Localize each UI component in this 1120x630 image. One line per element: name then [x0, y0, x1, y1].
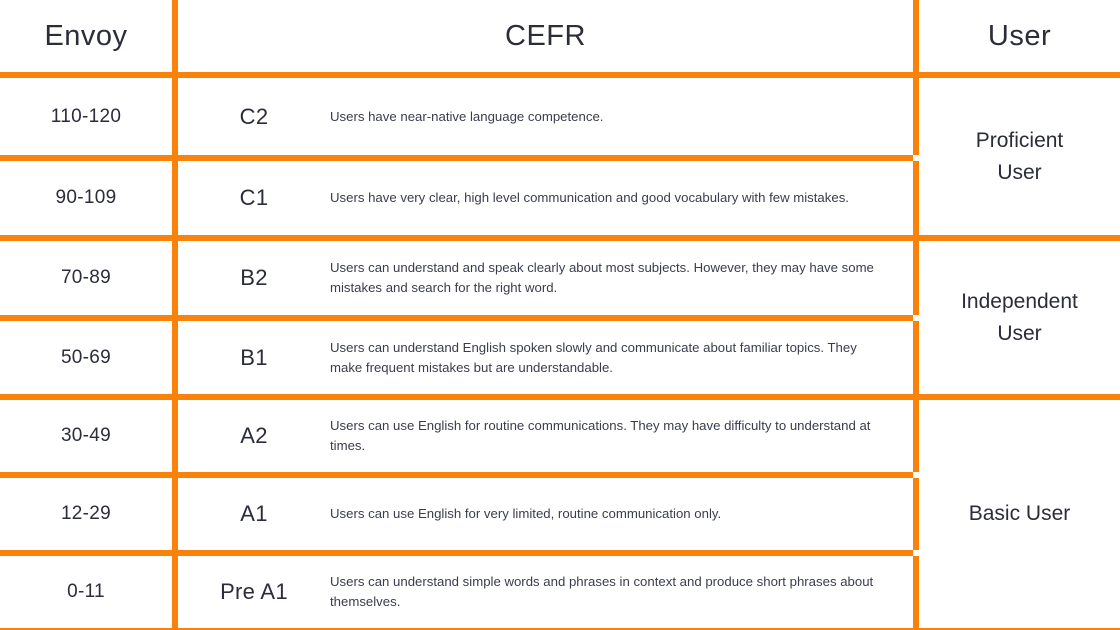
- column-header-user: User: [919, 0, 1120, 72]
- cefr-level-a2: A2: [240, 423, 268, 448]
- cefr-level-a1: A1: [240, 501, 268, 526]
- user-group-independent: Independent User: [919, 241, 1120, 394]
- table-grid: Envoy CEFR User 110-120 C2 Users have ne…: [0, 0, 1120, 630]
- cefr-cell-a2: A2 Users can use English for routine com…: [178, 400, 913, 472]
- cefr-cell-c2: C2 Users have near-native language compe…: [178, 78, 913, 155]
- user-group-basic: Basic User: [919, 400, 1120, 628]
- column-header-cefr: CEFR: [178, 0, 913, 72]
- cefr-level-b1: B1: [240, 344, 268, 370]
- cefr-description-a2: Users can use English for routine commun…: [330, 418, 871, 453]
- cefr-cell-b1: B1 Users can understand English spoken s…: [178, 321, 913, 394]
- cefr-level-b2: B2: [240, 265, 268, 290]
- column-divider: [913, 321, 919, 394]
- envoy-score-a1: 12-29: [0, 478, 172, 550]
- column-divider: [913, 478, 919, 550]
- cefr-cell-b2: B2 Users can understand and speak clearl…: [178, 241, 913, 315]
- cefr-level-table: Envoy CEFR User 110-120 C2 Users have ne…: [0, 0, 1120, 630]
- user-group-proficient-line2: User: [997, 160, 1042, 184]
- cefr-description-b1: Users can understand English spoken slow…: [330, 339, 857, 375]
- cefr-level-c1: C1: [239, 185, 269, 210]
- cefr-description-b2: Users can understand and speak clearly a…: [330, 260, 874, 295]
- envoy-score-pre-a1: 0-11: [0, 556, 172, 628]
- cefr-description-pre-a1: Users can understand simple words and ph…: [330, 574, 874, 609]
- cefr-description-c2: Users have near-native language competen…: [330, 108, 604, 124]
- cefr-description-a1: Users can use English for very limited, …: [330, 506, 722, 522]
- cefr-cell-pre-a1: Pre A1 Users can understand simple words…: [178, 556, 913, 628]
- user-group-independent-line2: User: [997, 321, 1042, 345]
- cefr-cell-a1: A1 Users can use English for very limite…: [178, 478, 913, 550]
- envoy-score-a2: 30-49: [0, 400, 172, 472]
- cefr-level-c2: C2: [239, 103, 269, 129]
- envoy-score-c1: 90-109: [0, 161, 172, 235]
- user-group-independent-line1: Independent: [961, 290, 1078, 313]
- column-divider: [913, 161, 919, 235]
- cefr-cell-c1: C1 Users have very clear, high level com…: [178, 161, 913, 235]
- column-divider: [913, 556, 919, 628]
- cefr-level-pre-a1: Pre A1: [220, 579, 288, 604]
- user-group-basic-line1: Basic User: [968, 502, 1071, 526]
- user-group-proficient: Proficient User: [919, 78, 1120, 235]
- user-group-proficient-line1: Proficient: [975, 129, 1064, 152]
- cefr-description-c1: Users have very clear, high level commun…: [330, 190, 849, 206]
- envoy-score-c2: 110-120: [0, 78, 172, 155]
- envoy-score-b1: 50-69: [0, 321, 172, 394]
- column-header-envoy: Envoy: [0, 0, 172, 72]
- envoy-score-b2: 70-89: [0, 241, 172, 315]
